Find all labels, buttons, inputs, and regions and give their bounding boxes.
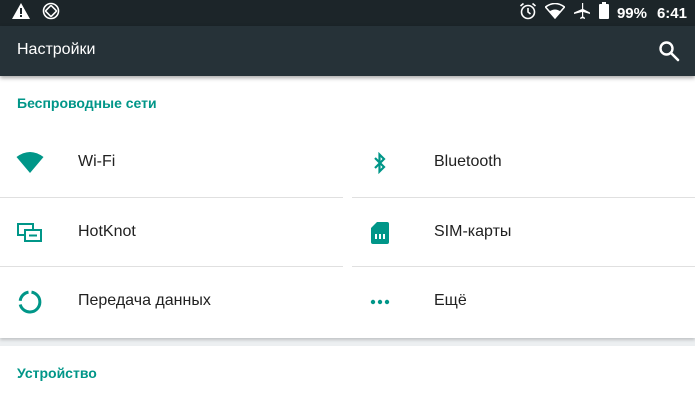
alarm-icon xyxy=(519,2,537,25)
tile-label: HotKnot xyxy=(78,223,136,240)
section-title-wireless: Беспроводные сети xyxy=(17,95,157,111)
battery-icon xyxy=(598,2,609,24)
tile-sim-cards[interactable]: SIM-карты xyxy=(352,198,695,267)
tile-label: SIM-карты xyxy=(434,223,512,240)
toolbar: Настройки xyxy=(0,26,695,76)
tile-label: Wi-Fi xyxy=(78,153,116,170)
tile-data-usage[interactable]: Передача данных xyxy=(0,267,343,336)
section-title-device: Устройство xyxy=(17,365,97,381)
clock-time: 6:41 xyxy=(656,4,687,22)
tile-wifi[interactable]: Wi-Fi xyxy=(0,128,343,197)
tile-bluetooth[interactable]: Bluetooth xyxy=(352,128,695,197)
tile-hotknot[interactable]: HotKnot xyxy=(0,198,343,267)
wifi-icon xyxy=(16,150,44,176)
wireless-networks-card: Беспроводные сети Wi-Fi Bluetooth HotKno… xyxy=(0,76,695,338)
tile-label: Передача данных xyxy=(78,292,211,309)
page-title: Настройки xyxy=(17,41,96,58)
airplane-icon xyxy=(573,2,591,25)
warning-icon xyxy=(12,2,30,24)
more-icon xyxy=(366,289,394,315)
status-left-icons xyxy=(12,2,60,25)
bluetooth-icon xyxy=(366,150,394,176)
sim-card-icon xyxy=(366,220,394,246)
wifi-signal-icon xyxy=(544,2,566,24)
status-bar: 99% 6:41 xyxy=(0,0,695,26)
tile-more[interactable]: Ещё xyxy=(352,267,695,336)
device-card: Устройство xyxy=(0,346,695,396)
battery-percent: 99% xyxy=(616,4,647,22)
status-right-icons: 99% 6:41 xyxy=(519,0,687,26)
search-icon[interactable] xyxy=(657,39,681,63)
hotknot-icon xyxy=(16,220,44,246)
screen-rotation-icon xyxy=(42,2,60,25)
tile-label: Ещё xyxy=(434,292,467,309)
tile-label: Bluetooth xyxy=(434,153,502,170)
data-usage-icon xyxy=(16,289,44,315)
